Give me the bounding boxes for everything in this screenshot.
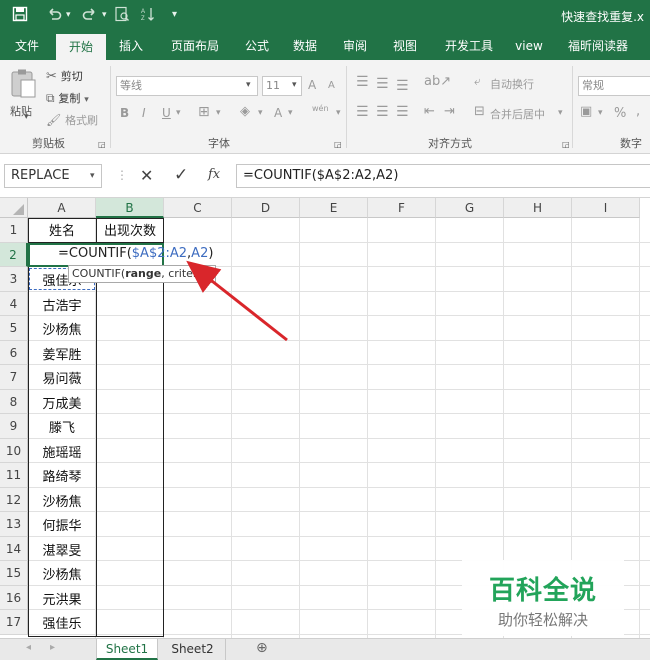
redo-icon[interactable] [82,6,98,26]
svg-text:A: A [141,9,145,15]
formula-bar-grip-icon: ⋮ [116,168,128,182]
sheet-tab-bar: ◂ ▸ Sheet1 Sheet2 ⊕ [0,638,650,660]
formula-bar: REPLACE ▾ ⋮ ✕ ✓ fx =COUNTIF($A$2:A2,A2) [0,154,650,198]
number-format-select[interactable]: 常规 [578,76,650,96]
tab-data[interactable]: 数据 [284,32,326,60]
undo-dropdown-icon[interactable]: ▾ [66,10,71,20]
alignment-group-label: 对齐方式 [428,137,472,150]
align-middle-icon[interactable]: ☰ [376,76,389,92]
cut-button[interactable]: ✂ 剪切 [46,68,83,84]
shrink-font-button[interactable]: A [328,80,335,91]
tab-foxit-reader[interactable]: 福昕阅读器 [560,32,636,60]
paste-button[interactable]: 粘贴 [8,68,38,119]
next-sheet-icon[interactable]: ▸ [50,642,55,653]
tab-developer[interactable]: 开发工具 [436,32,502,60]
copy-label: 复制 [58,92,81,105]
align-top-icon[interactable]: ☰ [356,74,369,90]
brush-icon: 🖌 [46,113,62,127]
clipboard-group-label: 剪贴板 [32,137,65,150]
scissors-icon: ✂ [46,69,57,84]
watermark: 百科全说 助你轻松解决 [462,560,624,636]
name-box[interactable]: REPLACE [4,164,102,188]
title-bar: ▾ ▾ AZ ▾ 快速查找重复.x [0,0,650,32]
align-right-icon[interactable]: ☰ [396,104,409,120]
watermark-title: 百科全说 [488,576,597,606]
redo-dropdown-icon[interactable]: ▾ [102,10,107,20]
copy-dropdown-icon[interactable]: ▾ [84,95,89,105]
font-size-dropdown-icon[interactable]: ▾ [292,80,297,90]
paste-dropdown-icon[interactable]: ▾ [24,112,29,122]
watermark-subtitle: 助你轻松解决 [497,611,588,629]
customize-qat-icon[interactable]: ▾ [172,9,177,20]
tab-formulas[interactable]: 公式 [236,32,278,60]
borders-dropdown-icon[interactable]: ▾ [216,108,221,118]
wrap-text-button[interactable]: 自动换行 [490,76,534,92]
grow-font-button[interactable]: A [308,78,316,92]
bold-button[interactable]: B [120,106,129,120]
italic-button[interactable]: I [142,106,146,120]
sheet-tab-sheet2[interactable]: Sheet2 [160,639,226,660]
paste-icon [11,69,36,98]
cancel-formula-icon[interactable]: ✕ [140,166,153,185]
font-color-dropdown-icon[interactable]: ▾ [288,108,293,118]
align-bottom-icon[interactable]: ☰ [396,78,409,94]
accounting-format-icon[interactable]: ▣ [580,104,592,119]
sheet-tab-sheet1[interactable]: Sheet1 [96,639,158,660]
tab-insert[interactable]: 插入 [110,32,152,60]
increase-indent-icon[interactable]: ⇥ [444,104,455,119]
orientation-icon[interactable]: ab↗ [424,74,451,89]
tab-file[interactable]: 文件 [6,32,48,60]
merge-center-icon[interactable]: ⊟ [474,104,485,119]
align-left-icon[interactable]: ☰ [356,104,369,120]
insert-function-icon[interactable]: fx [208,167,220,182]
font-name-dropdown-icon[interactable]: ▾ [246,80,251,90]
prev-sheet-icon[interactable]: ◂ [26,642,31,653]
sort-icon[interactable]: AZ [140,6,156,26]
copy-icon: ⧉ [46,91,55,105]
font-color-icon[interactable]: A [274,106,282,120]
phonetic-icon[interactable]: wén [312,104,329,113]
number-group-label: 数字 [620,137,642,150]
merge-center-button[interactable]: 合并后居中 [490,106,545,122]
cut-label: 剪切 [60,70,83,83]
merge-dropdown-icon[interactable]: ▾ [558,108,563,118]
ribbon-tabs: 文件 开始 插入 页面布局 公式 数据 审阅 视图 开发工具 view 福昕阅读… [0,32,650,60]
undo-icon[interactable] [46,6,62,26]
align-center-icon[interactable]: ☰ [376,104,389,120]
copy-button[interactable]: ⧉ 复制 ▾ [46,90,89,106]
wrap-text-icon[interactable]: ⤶ [474,74,481,89]
add-sheet-icon[interactable]: ⊕ [256,640,268,656]
format-painter-label: 格式刷 [65,114,99,127]
tab-page-layout[interactable]: 页面布局 [160,32,230,60]
tab-view-addin[interactable]: view [506,32,552,60]
svg-text:Z: Z [141,16,145,22]
formula-input[interactable]: =COUNTIF($A$2:A2,A2) [236,164,650,188]
borders-icon[interactable]: ⊞ [198,104,210,120]
name-box-dropdown-icon[interactable]: ▾ [90,171,95,181]
window-title: 快速查找重复.x [561,10,644,24]
fill-color-dropdown-icon[interactable]: ▾ [258,108,263,118]
fill-color-icon[interactable]: ◈ [240,104,250,119]
accounting-dropdown-icon[interactable]: ▾ [598,108,603,118]
alignment-launcher-icon[interactable]: ◲ [562,140,570,149]
percent-button[interactable]: % [614,106,626,121]
font-launcher-icon[interactable]: ◲ [334,140,342,149]
underline-button[interactable]: U [162,106,171,120]
ribbon: 粘贴 ▾ ✂ 剪切 ⧉ 复制 ▾ 🖌 格式刷 剪贴板 ◲ 等线 ▾ 11 ▾ A… [0,60,650,154]
format-painter-button[interactable]: 🖌 格式刷 [46,112,98,128]
font-group-label: 字体 [208,137,230,150]
decrease-indent-icon[interactable]: ⇤ [424,104,435,119]
tab-view[interactable]: 视图 [384,32,426,60]
underline-dropdown-icon[interactable]: ▾ [176,108,181,118]
print-preview-icon[interactable] [114,6,130,26]
clipboard-launcher-icon[interactable]: ◲ [98,140,106,149]
font-name-select[interactable]: 等线 [116,76,258,96]
comma-button[interactable]: , [636,104,640,119]
tab-home[interactable]: 开始 [56,34,106,60]
save-icon[interactable] [12,6,28,26]
tab-review[interactable]: 审阅 [334,32,376,60]
phonetic-dropdown-icon[interactable]: ▾ [336,108,341,118]
enter-formula-icon[interactable]: ✓ [174,165,188,185]
